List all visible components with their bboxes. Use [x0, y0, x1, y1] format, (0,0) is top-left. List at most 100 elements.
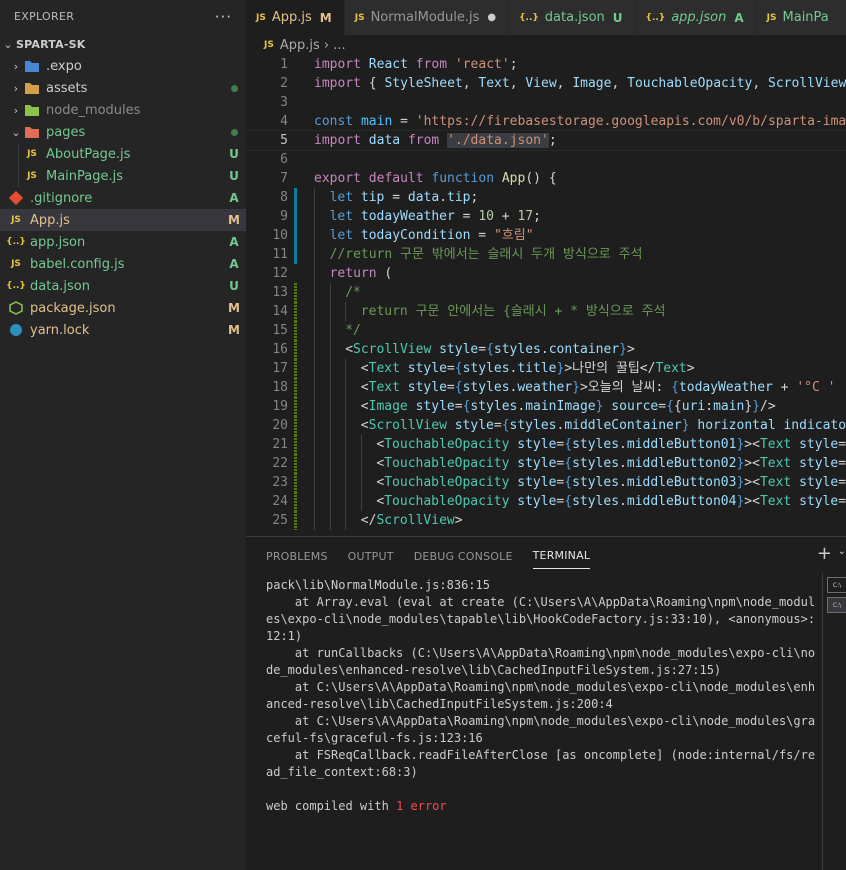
tree-item[interactable]: .gitignore A: [0, 187, 246, 209]
code-line: 14 return 구문 안에서는 {슬래시 + * 방식으로 주석: [246, 302, 846, 321]
code-token: }: [619, 342, 627, 357]
tree-item[interactable]: ⌄ pages: [0, 121, 246, 143]
terminal-line: ceful-fs\graceful-fs.js:123:16: [266, 731, 483, 745]
terminal-instance-icon[interactable]: C:\: [827, 577, 846, 593]
js-file-icon: JS: [27, 171, 37, 181]
code-token: horizontal: [697, 418, 784, 433]
code-token: todayWeather: [678, 380, 773, 395]
code-token: :: [705, 399, 714, 414]
file-tree: › .expo › assets › node_modules ⌄ pages JS AboutP…: [0, 55, 246, 341]
tree-item[interactable]: › .expo: [0, 55, 246, 77]
code-token: </: [360, 513, 377, 528]
tab-status: M: [319, 10, 332, 25]
tab-normalmodule-js[interactable]: JS NormalModule.js ●: [344, 0, 510, 35]
tab-app-json[interactable]: {..} app.json A: [635, 0, 757, 35]
code-token: }: [752, 399, 761, 414]
breadcrumb-symbol[interactable]: ...: [333, 38, 345, 53]
code-token: ;: [470, 190, 479, 205]
panel-tab-debug-console[interactable]: DEBUG CONSOLE: [414, 542, 513, 569]
line-number: 8: [280, 190, 288, 205]
git-gutter-marker: [294, 321, 297, 340]
chevron-down-icon[interactable]: ⌄: [838, 546, 846, 557]
terminal-line: at C:\Users\A\AppData\Roaming\npm\node_m…: [266, 714, 816, 728]
tree-item[interactable]: {..} data.json U: [0, 275, 246, 297]
git-status-badge: M: [228, 213, 240, 227]
tab-data-json[interactable]: {..} data.json U: [509, 0, 636, 35]
new-terminal-button[interactable]: +: [817, 543, 832, 564]
unsaved-dot-icon: ●: [487, 12, 497, 23]
breadcrumb-separator: ›: [319, 37, 334, 53]
code-token: =: [384, 190, 408, 205]
code-token: from: [407, 133, 448, 148]
terminal-line: at FSReqCallback.readFileAfterClose [as …: [266, 748, 816, 762]
tree-item[interactable]: › assets: [0, 77, 246, 99]
code-text: //return 구문 밖에서는 슬래시 두개 방식으로 주석: [314, 245, 643, 264]
code-token: <: [345, 342, 354, 357]
code-token: =: [838, 475, 846, 490]
line-number: 5: [280, 133, 288, 148]
code-line: 22 <TouchableOpacity style={styles.middle…: [246, 454, 846, 473]
terminal-instance-icon[interactable]: C:\: [827, 597, 846, 613]
folder-icon: [24, 102, 40, 118]
git-gutter-marker: [294, 416, 297, 435]
tree-item[interactable]: JS App.js M: [0, 209, 246, 231]
code-token: data: [368, 133, 408, 148]
panel-tab-terminal[interactable]: TERMINAL: [532, 541, 591, 569]
terminal-line: at runCallbacks (C:\Users\A\AppData\Roam…: [266, 646, 816, 660]
tree-item[interactable]: JS babel.config.js A: [0, 253, 246, 275]
code-token: =: [838, 494, 846, 509]
line-number: 2: [280, 76, 288, 91]
tab-label: MainPa: [782, 10, 829, 25]
project-root-folder[interactable]: ⌄ SPARTA-SK: [0, 33, 246, 55]
compile-error-count: 1 error: [396, 799, 447, 813]
code-token: import: [314, 133, 369, 148]
explorer-header: EXPLORER ···: [0, 0, 246, 33]
terminal-output[interactable]: pack\lib\NormalModule.js:836:15 at Array…: [266, 577, 824, 815]
git-status-badge: U: [229, 279, 239, 293]
compile-prefix: web: [266, 799, 295, 813]
tree-item[interactable]: › node_modules: [0, 99, 246, 121]
code-token: main: [713, 399, 745, 414]
line-number: 22: [272, 456, 288, 471]
line-number: 24: [272, 494, 288, 509]
line-number: 14: [272, 304, 288, 319]
line-number: 9: [280, 209, 288, 224]
git-status-badge: A: [229, 257, 239, 271]
code-editor[interactable]: 1 import React from 'react'; 2 import { St…: [246, 55, 846, 536]
folder-icon: [24, 80, 40, 96]
code-token: ;: [533, 209, 541, 224]
tab-mainpa[interactable]: JS MainPa: [756, 0, 846, 35]
tree-item-label: AboutPage.js: [46, 146, 131, 162]
tree-item[interactable]: package.json M: [0, 297, 246, 319]
panel-tab-problems[interactable]: PROBLEMS: [266, 542, 328, 569]
js-file-icon: JS: [264, 40, 274, 50]
code-text: let todayCondition = "흐림": [314, 226, 534, 245]
code-text: <TouchableOpacity style={styles.middleBu…: [314, 492, 846, 511]
tree-item[interactable]: JS AboutPage.js U: [0, 143, 246, 165]
panel-tab-output[interactable]: OUTPUT: [348, 542, 394, 569]
code-token: {: [564, 494, 573, 509]
breadcrumb-file[interactable]: App.js: [280, 38, 320, 53]
code-token: Text: [759, 456, 800, 471]
terminal-line: at C:\Users\A\AppData\Roaming\npm\node_m…: [266, 680, 816, 694]
tab-label: data.json: [544, 10, 605, 25]
code-token: middleButton04: [626, 494, 737, 509]
tree-item-label: MainPage.js: [46, 168, 124, 184]
more-actions-icon[interactable]: ···: [215, 8, 232, 26]
code-token: style: [799, 437, 839, 452]
json-file-icon: {..}: [6, 281, 26, 291]
tree-item[interactable]: {..} app.json A: [0, 231, 246, 253]
code-line: 20 <ScrollView style={styles.middleContai…: [246, 416, 846, 435]
terminal-instances: C:\ C:\: [822, 573, 846, 870]
code-token: ScrollView: [768, 76, 846, 91]
tree-item[interactable]: JS MainPage.js U: [0, 165, 246, 187]
code-text: <Image style={styles.mainImage} source={…: [314, 397, 776, 416]
code-token: =: [454, 399, 463, 414]
tree-item[interactable]: yarn.lock M: [0, 319, 246, 341]
code-token: <: [752, 494, 760, 509]
code-token: title: [517, 361, 557, 376]
tab-app-js[interactable]: JS App.js M: [246, 0, 345, 35]
indent-guide: [18, 165, 19, 187]
folder-icon: [24, 124, 40, 140]
